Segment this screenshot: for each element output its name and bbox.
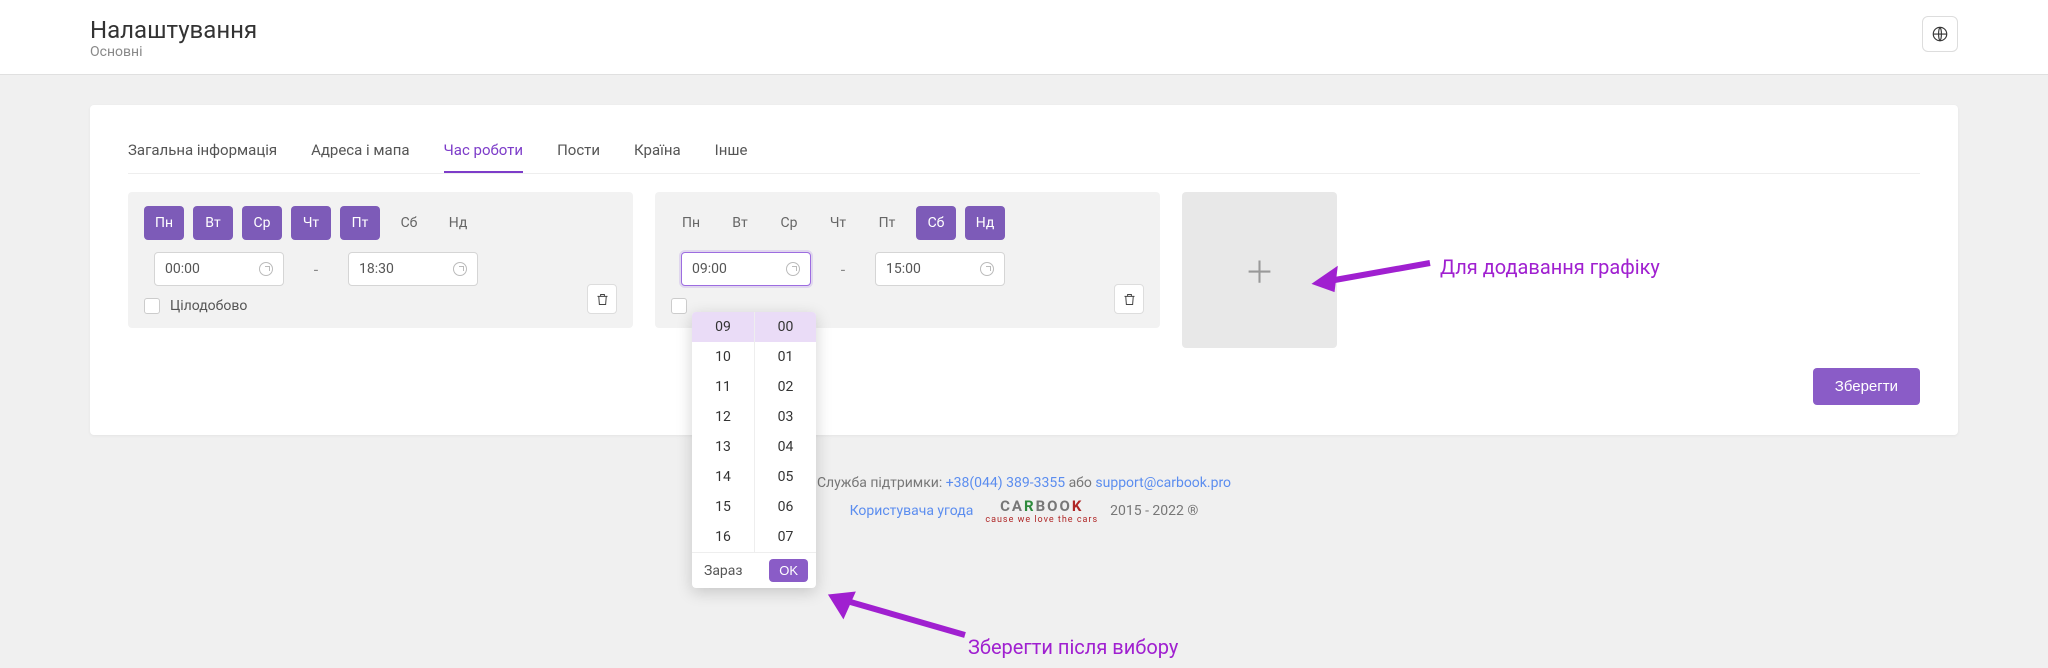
- day-toggle-tue[interactable]: Вт: [720, 206, 760, 240]
- day-toggle-sat[interactable]: Сб: [389, 206, 429, 240]
- plus-icon: ＋: [1245, 248, 1275, 292]
- brand-logo: CARBOOK cause we love the cars: [985, 497, 1098, 525]
- time-range-dash: -: [292, 260, 340, 279]
- hour-option[interactable]: 14: [692, 462, 754, 492]
- hour-option[interactable]: 13: [692, 432, 754, 462]
- tab-general[interactable]: Загальна інформація: [128, 133, 277, 173]
- day-toggle-fri[interactable]: Пт: [867, 206, 907, 240]
- tab-country[interactable]: Країна: [634, 133, 681, 173]
- hour-option[interactable]: 09: [692, 312, 754, 342]
- time-to-value: 15:00: [886, 261, 921, 277]
- clock-icon: [453, 262, 467, 276]
- support-phone-link[interactable]: +38(044) 389-3355: [946, 475, 1065, 491]
- settings-tabs: Загальна інформація Адреса і мапа Час ро…: [128, 133, 1920, 174]
- annotation-arrow-icon: [815, 585, 975, 645]
- day-toggle-mon[interactable]: Пн: [144, 206, 184, 240]
- hour-option[interactable]: 15: [692, 492, 754, 522]
- hour-column[interactable]: 09 10 11 12 13 14 15 16: [692, 312, 754, 552]
- time-from-input[interactable]: 00:00: [154, 252, 284, 286]
- annotation-ok: Зберегти після вибору: [968, 635, 1178, 659]
- minute-option[interactable]: 07: [755, 522, 816, 552]
- minute-option[interactable]: 04: [755, 432, 816, 462]
- time-range-dash: -: [819, 260, 867, 279]
- trash-icon: [595, 292, 610, 307]
- language-button[interactable]: [1922, 16, 1958, 52]
- time-ok-button[interactable]: OK: [769, 559, 808, 582]
- minute-option[interactable]: 01: [755, 342, 816, 372]
- day-toggle-fri[interactable]: Пт: [340, 206, 380, 240]
- page-title: Налаштування: [90, 16, 257, 44]
- hour-option[interactable]: 16: [692, 522, 754, 552]
- user-agreement-link[interactable]: Користувача угода: [850, 503, 974, 519]
- annotation-add: Для додавання графіку: [1440, 255, 1660, 279]
- time-to-input[interactable]: 18:30: [348, 252, 478, 286]
- time-to-input[interactable]: 15:00: [875, 252, 1005, 286]
- delete-schedule-button[interactable]: [1114, 284, 1144, 314]
- page-subtitle: Основні: [90, 44, 257, 60]
- allday-checkbox[interactable]: [671, 298, 687, 314]
- support-prefix: Служба підтримки:: [817, 475, 946, 491]
- time-from-value: 09:00: [692, 261, 727, 277]
- minute-option[interactable]: 03: [755, 402, 816, 432]
- save-button[interactable]: Зберегти: [1813, 368, 1920, 405]
- day-toggle-sun[interactable]: Нд: [965, 206, 1005, 240]
- day-toggle-tue[interactable]: Вт: [193, 206, 233, 240]
- page-footer: Служба підтримки: +38(044) 389-3355 або …: [0, 435, 2048, 575]
- support-or: або: [1069, 475, 1096, 491]
- trash-icon: [1122, 292, 1137, 307]
- minute-option[interactable]: 02: [755, 372, 816, 402]
- schedule-card: Пн Вт Ср Чт Пт Сб Нд 00:00 - 18:30: [128, 192, 633, 328]
- day-toggle-sun[interactable]: Нд: [438, 206, 478, 240]
- clock-icon: [980, 262, 994, 276]
- tab-hours[interactable]: Час роботи: [444, 133, 524, 173]
- tab-other[interactable]: Інше: [715, 133, 748, 173]
- minute-column[interactable]: 00 01 02 03 04 05 06 07: [754, 312, 816, 552]
- minute-option[interactable]: 05: [755, 462, 816, 492]
- day-toggle-thu[interactable]: Чт: [818, 206, 858, 240]
- annotation-arrow-icon: [1300, 255, 1440, 295]
- schedule-card: Пн Вт Ср Чт Пт Сб Нд 09:00 - 15:00: [655, 192, 1160, 328]
- globe-icon: [1931, 25, 1949, 43]
- copyright-years: 2015 - 2022 ®: [1110, 503, 1198, 519]
- time-to-value: 18:30: [359, 261, 394, 277]
- tab-posts[interactable]: Пости: [557, 133, 600, 173]
- time-from-input[interactable]: 09:00: [681, 252, 811, 286]
- clock-icon: [786, 262, 800, 276]
- time-picker-dropdown: 09 10 11 12 13 14 15 16 00 01 02 03 04 0…: [692, 312, 816, 588]
- hour-option[interactable]: 12: [692, 402, 754, 432]
- day-toggle-thu[interactable]: Чт: [291, 206, 331, 240]
- clock-icon: [259, 262, 273, 276]
- minute-option[interactable]: 06: [755, 492, 816, 522]
- tab-address[interactable]: Адреса і мапа: [311, 133, 409, 173]
- day-toggle-wed[interactable]: Ср: [242, 206, 282, 240]
- hour-option[interactable]: 11: [692, 372, 754, 402]
- allday-label: Цілодобово: [170, 298, 247, 314]
- time-from-value: 00:00: [165, 261, 200, 277]
- support-email-link[interactable]: support@carbook.pro: [1095, 475, 1231, 491]
- day-toggle-sat[interactable]: Сб: [916, 206, 956, 240]
- settings-panel: Загальна інформація Адреса і мапа Час ро…: [90, 105, 1958, 435]
- minute-option[interactable]: 00: [755, 312, 816, 342]
- delete-schedule-button[interactable]: [587, 284, 617, 314]
- hour-option[interactable]: 10: [692, 342, 754, 372]
- time-now-button[interactable]: Зараз: [700, 563, 761, 579]
- day-toggle-wed[interactable]: Ср: [769, 206, 809, 240]
- allday-checkbox[interactable]: [144, 298, 160, 314]
- day-toggle-mon[interactable]: Пн: [671, 206, 711, 240]
